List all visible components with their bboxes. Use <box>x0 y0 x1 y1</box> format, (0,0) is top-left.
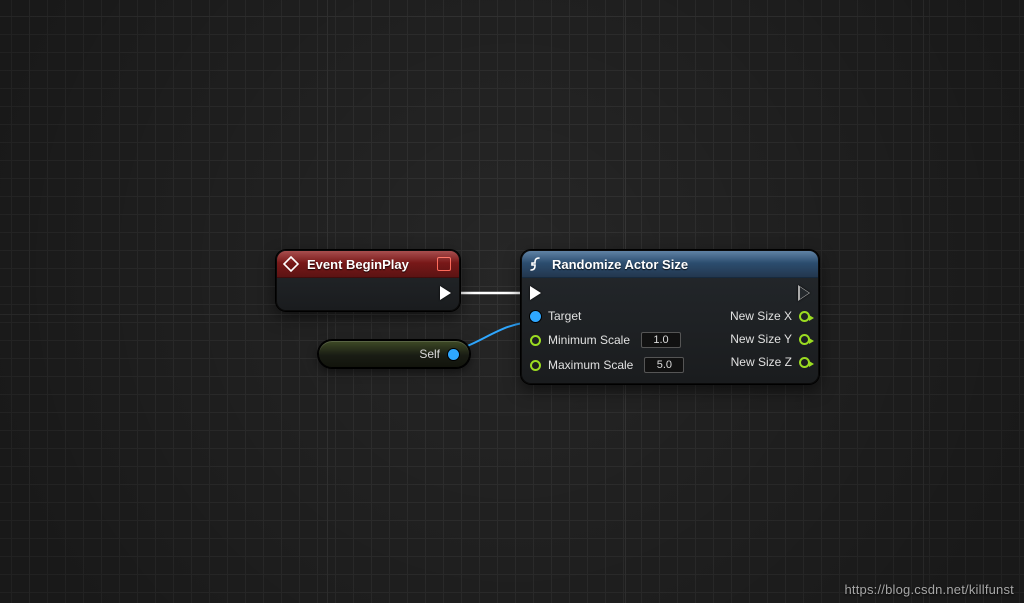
watermark-text: https://blog.csdn.net/killfunst <box>844 582 1014 597</box>
exec-out-pin[interactable] <box>799 286 810 300</box>
new-size-y-pin[interactable]: New Size Y <box>730 332 810 346</box>
node-header[interactable]: Randomize Actor Size <box>522 251 818 278</box>
node-header[interactable]: Event BeginPlay <box>277 251 459 278</box>
new-size-z-pin[interactable]: New Size Z <box>731 355 810 369</box>
pin-label: New Size Z <box>731 355 792 369</box>
self-label: Self <box>419 347 440 361</box>
wires-layer <box>0 0 1024 603</box>
node-event-beginplay[interactable]: Event BeginPlay <box>276 250 460 311</box>
pin-label: Maximum Scale <box>548 358 633 372</box>
pin-label: Minimum Scale <box>548 333 630 347</box>
self-output-pin[interactable] <box>448 349 459 360</box>
self-reference-node[interactable]: Self <box>318 340 470 368</box>
exec-in-pin[interactable] <box>530 286 541 300</box>
function-icon <box>528 256 544 272</box>
node-title: Event BeginPlay <box>307 257 429 272</box>
target-pin[interactable]: Target <box>530 309 581 323</box>
maximum-scale-pin[interactable]: Maximum Scale 5.0 <box>530 357 684 373</box>
pin-label: New Size X <box>730 309 792 323</box>
new-size-x-pin[interactable]: New Size X <box>730 309 810 323</box>
minimum-scale-pin[interactable]: Minimum Scale 1.0 <box>530 332 681 348</box>
maximum-scale-field[interactable]: 5.0 <box>644 357 684 373</box>
event-icon <box>283 256 299 272</box>
exec-out-pin[interactable] <box>440 286 451 300</box>
node-title: Randomize Actor Size <box>552 257 810 272</box>
delegate-box-icon[interactable] <box>437 257 451 271</box>
node-randomize-actor-size[interactable]: Randomize Actor Size Target Minimum Scal… <box>521 250 819 384</box>
pin-label: New Size Y <box>730 332 792 346</box>
minimum-scale-field[interactable]: 1.0 <box>641 332 681 348</box>
pin-label: Target <box>548 309 581 323</box>
blueprint-graph-viewport[interactable]: Event BeginPlay Randomize Actor Size <box>0 0 1024 603</box>
